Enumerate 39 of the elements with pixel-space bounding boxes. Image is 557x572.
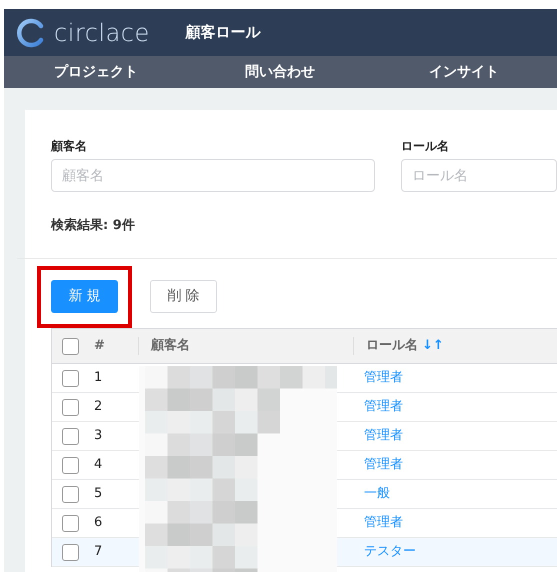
page-title: 顧客ロール <box>186 22 261 44</box>
role-link[interactable]: 管理者 <box>364 370 403 386</box>
sort-toggle[interactable]: ↓↑ <box>422 338 444 354</box>
nav-link[interactable]: 問い合わせ <box>188 56 372 88</box>
logo-text: circlace <box>54 18 150 48</box>
row-number: 1 <box>94 370 102 386</box>
row-number: 3 <box>94 428 102 444</box>
checkbox[interactable] <box>62 486 78 502</box>
column-header: # <box>94 338 105 354</box>
search-field[interactable]: ロール名 <box>400 159 557 192</box>
role-link[interactable]: 管理者 <box>364 399 403 414</box>
role-link[interactable]: 管理者 <box>364 515 403 530</box>
field-label: ロール名 <box>400 138 450 155</box>
checkbox[interactable] <box>62 370 78 386</box>
logo-icon <box>16 18 46 48</box>
row-number: 7 <box>94 544 102 560</box>
search-field[interactable]: 顧客名 <box>51 159 375 192</box>
column-header: 顧客名 <box>151 338 190 354</box>
nav-link[interactable]: プロジェクト <box>4 56 188 88</box>
row-number: 6 <box>94 515 102 530</box>
checkbox[interactable] <box>62 456 78 474</box>
role-link[interactable]: 一般 <box>364 486 390 502</box>
checkbox[interactable] <box>62 398 78 416</box>
checkbox[interactable] <box>62 338 78 354</box>
delete-button[interactable]: 削 除 <box>150 280 217 313</box>
nav-link[interactable]: インサイト <box>372 56 556 88</box>
field-label: 顧客名 <box>51 138 88 155</box>
checkbox[interactable] <box>62 428 78 444</box>
result-count: 検索結果: 9件 <box>51 218 135 233</box>
row-number: 4 <box>94 457 102 472</box>
column-header: ロール名 <box>366 338 418 354</box>
checkbox[interactable] <box>62 514 78 532</box>
row-number: 5 <box>94 486 102 502</box>
row-number: 2 <box>94 399 102 414</box>
role-link[interactable]: テスター <box>364 544 416 560</box>
checkbox[interactable] <box>62 544 78 560</box>
role-link[interactable]: 管理者 <box>364 457 403 472</box>
new-button[interactable]: 新 規 <box>51 280 118 313</box>
role-link[interactable]: 管理者 <box>364 428 403 444</box>
